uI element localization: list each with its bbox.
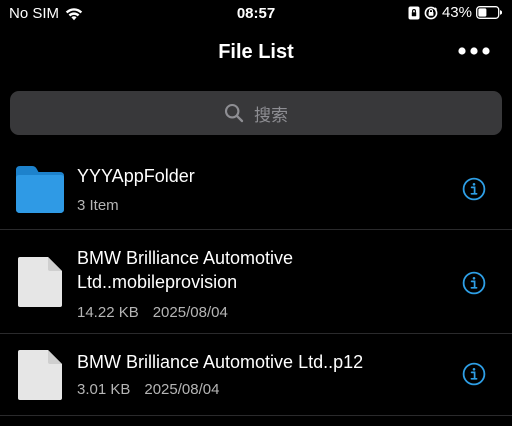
info-button[interactable] xyxy=(462,177,486,201)
list-item-file[interactable]: BMW Brilliance Automotive Ltd..p12 3.01 … xyxy=(0,334,512,416)
status-bar: No SIM 08:57 43% xyxy=(0,0,512,28)
folder-icon xyxy=(14,164,66,219)
file-name: YYYAppFolder xyxy=(77,164,447,188)
info-icon xyxy=(462,362,486,386)
file-name: BMW Brilliance Automotive Ltd..mobilepro… xyxy=(77,246,447,294)
search-placeholder: 搜索 xyxy=(254,105,288,126)
file-meta: 3 Item xyxy=(77,197,119,214)
ellipsis-icon xyxy=(458,47,490,55)
file-size: 14.22 KB xyxy=(77,304,139,321)
document-icon xyxy=(17,349,63,406)
search-input[interactable]: 搜索 xyxy=(10,91,502,135)
file-date: 2025/08/04 xyxy=(144,381,220,398)
list-item-folder[interactable]: YYYAppFolder 3 Item xyxy=(0,148,512,230)
more-options-button[interactable] xyxy=(456,40,492,62)
navigation-bar: File List xyxy=(0,28,512,78)
info-icon xyxy=(462,177,486,201)
file-name-line: BMW Brilliance Automotive xyxy=(77,248,294,268)
item-count: 3 Item xyxy=(77,197,119,214)
battery-icon xyxy=(476,6,502,19)
document-icon xyxy=(17,256,63,313)
file-name: BMW Brilliance Automotive Ltd..p12 xyxy=(77,350,447,374)
orientation-lock-icon xyxy=(424,6,438,20)
file-list: YYYAppFolder 3 Item BMW Brilliance Autom… xyxy=(0,148,512,416)
page-title: File List xyxy=(218,41,294,63)
info-button[interactable] xyxy=(462,362,486,386)
info-button[interactable] xyxy=(462,271,486,295)
divider xyxy=(0,415,512,416)
info-icon xyxy=(462,271,486,295)
file-name-line: BMW Brilliance Automotive Ltd..p12 xyxy=(77,352,364,372)
status-right: 43% xyxy=(408,4,502,21)
list-item-file[interactable]: BMW Brilliance Automotive Ltd..mobilepro… xyxy=(0,230,512,334)
file-size: 3.01 KB xyxy=(77,381,131,398)
portrait-lock-icon xyxy=(408,6,420,20)
battery-percent: 43% xyxy=(441,4,472,21)
search-icon xyxy=(224,103,244,123)
file-name-line: YYYAppFolder xyxy=(77,166,195,186)
file-date: 2025/08/04 xyxy=(152,304,228,321)
file-meta: 3.01 KB 2025/08/04 xyxy=(77,381,219,398)
file-meta: 14.22 KB 2025/08/04 xyxy=(77,304,228,321)
file-name-line: Ltd..mobileprovision xyxy=(77,272,238,292)
